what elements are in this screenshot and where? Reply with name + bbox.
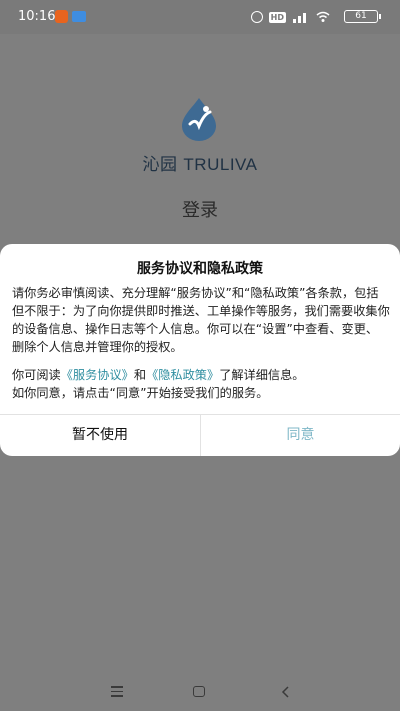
brand-en: TRULIVA [183, 155, 258, 174]
dialog-paragraph: 如你同意，请点击“同意”开始接受我们的服务。 [12, 386, 269, 400]
home-icon[interactable] [193, 686, 205, 697]
app-notification-icon [72, 11, 86, 22]
menu-icon[interactable] [111, 686, 123, 700]
page-title: 登录 [182, 200, 218, 221]
dialog-text: 了解详细信息。 [219, 368, 305, 382]
brand-logo-text: 沁园 TRULIVA [0, 150, 400, 175]
service-agreement-link[interactable]: 《服务协议》 [61, 368, 134, 382]
hd-badge: HD [268, 11, 286, 23]
wifi-icon [316, 11, 330, 22]
status-indicators: HD [250, 8, 330, 26]
dialog-paragraph: 请你务必审慎阅读、充分理解“服务协议”和“隐私政策”各条款，包括但不限于：为了向… [12, 286, 390, 354]
status-time: 10:16 [18, 9, 56, 24]
system-nav-bar [0, 676, 400, 711]
signal-icon [293, 13, 306, 23]
dialog-paragraph: 你可阅读《服务协议》和《隐私政策》了解详细信息。 [12, 366, 390, 384]
battery-icon: 61 [344, 10, 381, 23]
truliva-logo-icon [182, 98, 216, 141]
privacy-dialog: 服务协议和隐私政策 请你务必审慎阅读、充分理解“服务协议”和“隐私政策”各条款，… [0, 244, 400, 456]
back-icon[interactable] [281, 685, 291, 699]
dialog-text: 你可阅读 [12, 368, 61, 382]
dialog-body: 请你务必审慎阅读、充分理解“服务协议”和“隐私政策”各条款，包括但不限于：为了向… [12, 284, 390, 412]
brand-cn: 沁园 [142, 155, 178, 175]
dialog-text: 和 [133, 368, 147, 382]
privacy-policy-link[interactable]: 《隐私政策》 [146, 368, 219, 382]
status-bar: 10:16 HD 61 [0, 0, 400, 34]
decline-button[interactable]: 暂不使用 [0, 415, 200, 456]
dialog-title: 服务协议和隐私政策 [137, 261, 263, 277]
alarm-icon [250, 11, 263, 23]
accept-button[interactable]: 同意 [201, 415, 400, 456]
app-notification-icon [55, 10, 68, 23]
